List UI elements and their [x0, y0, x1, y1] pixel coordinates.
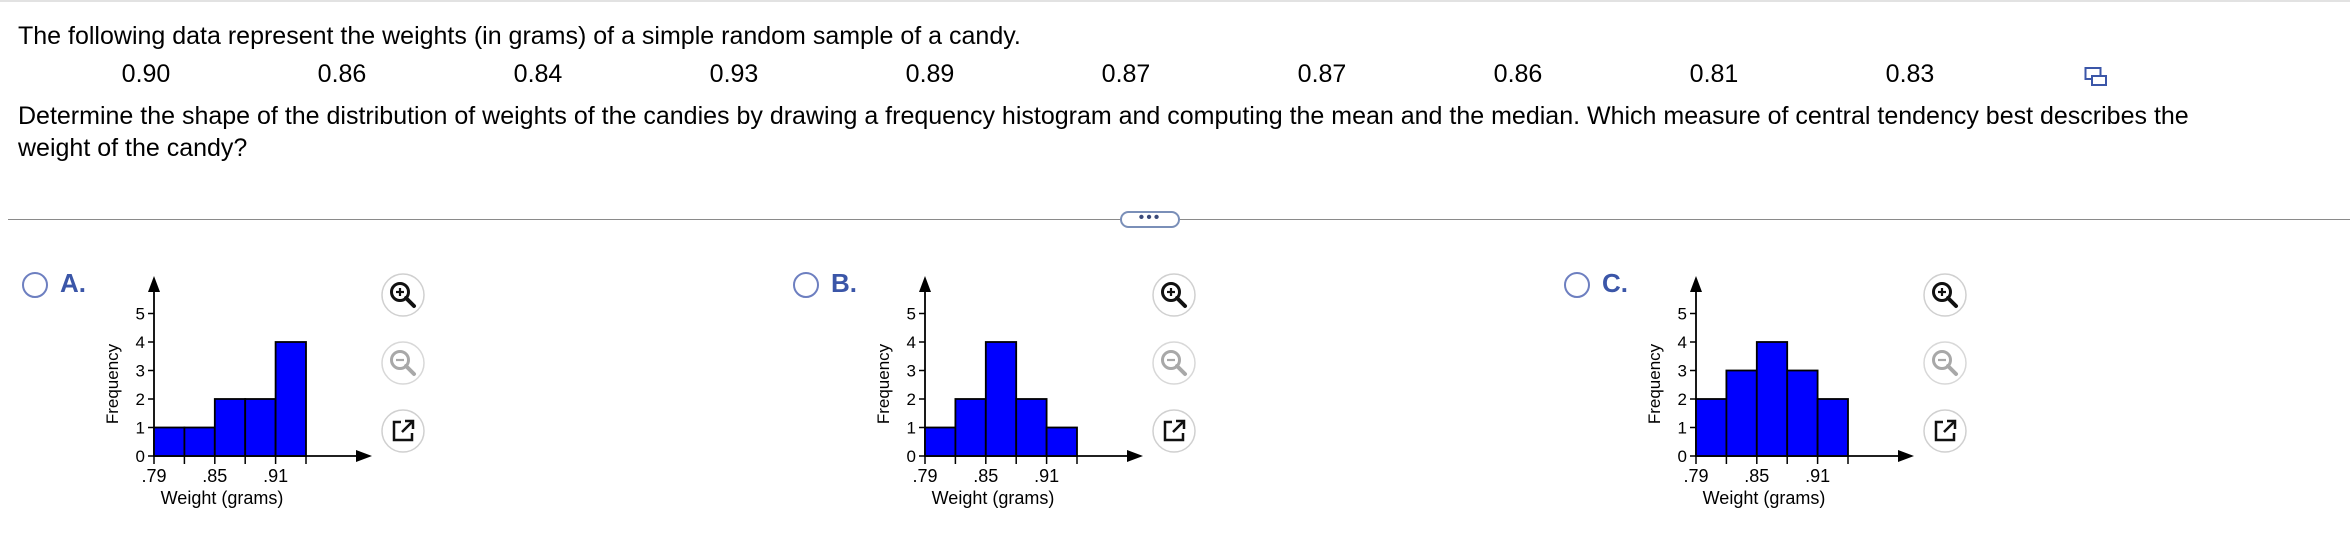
zoom-in-icon[interactable]	[380, 272, 426, 318]
zoom-in-icon[interactable]	[1151, 272, 1197, 318]
x-axis-label: Weight (grams)	[1703, 488, 1826, 508]
x-axis-arrow	[356, 450, 372, 462]
y-tick-label: 5	[907, 305, 916, 324]
y-tick-label: 3	[1678, 362, 1687, 381]
x-tick-label: .85	[973, 466, 998, 486]
copy-data-icon[interactable]	[2084, 65, 2108, 89]
y-axis-arrow	[919, 276, 931, 292]
zoom-out-icon[interactable]	[380, 340, 426, 386]
open-external-icon[interactable]	[380, 408, 426, 454]
open-external-icon[interactable]	[1151, 408, 1197, 454]
x-tick-label: .79	[141, 466, 166, 486]
histogram-bar	[1695, 398, 1728, 457]
data-value: 0.81	[1689, 60, 1739, 88]
histogram-bar	[213, 398, 247, 457]
data-value: 0.84	[513, 60, 563, 88]
histogram-a: 0 1 2 3 4 5 Frequency .79 .85 .91Weight (grams)	[104, 276, 372, 508]
option-b-letter: B.	[831, 268, 857, 298]
data-value: 0.86	[317, 60, 367, 88]
x-axis-arrow	[1898, 450, 1914, 462]
option-a-letter: A.	[60, 268, 86, 298]
option-c[interactable]: C. 0 1 2 3 4 5 Frequency .79 .85 .91 Weight (grams…	[1564, 262, 2044, 522]
y-tick-label: 4	[1678, 333, 1687, 352]
y-tick-label: 1	[1678, 419, 1687, 438]
y-tick-label: 3	[136, 362, 145, 381]
histogram-bar	[1816, 398, 1849, 457]
data-value: 0.87	[1101, 60, 1151, 88]
zoom-in-icon[interactable]	[1922, 272, 1968, 318]
histogram-b: 0 1 2 3 4 5 Frequency .79 .85 .91Weight (grams)	[875, 276, 1143, 508]
y-tick-label: 1	[136, 419, 145, 438]
y-tick-label: 4	[907, 333, 916, 352]
data-value: 0.90	[121, 60, 171, 88]
top-rule	[0, 0, 2350, 2]
y-axis-label: Frequency	[104, 343, 122, 424]
x-axis-label: Weight (grams)	[161, 488, 284, 508]
data-value: 0.87	[1297, 60, 1347, 88]
histogram-c: 0 1 2 3 4 5 Frequency .79 .85 .91Weight (grams)	[1646, 276, 1914, 508]
y-tick-label: 0	[1678, 447, 1687, 466]
data-value: 0.83	[1885, 60, 1935, 88]
y-tick-label: 2	[136, 390, 145, 409]
y-tick-label: 5	[136, 305, 145, 324]
histogram-bar	[183, 426, 216, 457]
y-axis-arrow	[148, 276, 160, 292]
y-axis-arrow	[1690, 276, 1702, 292]
x-tick-label: .79	[912, 466, 937, 486]
histogram-bar	[954, 398, 987, 457]
y-tick-label: 5	[1678, 305, 1687, 324]
question-intro: The following data represent the weights…	[18, 22, 1021, 50]
histogram-bar	[244, 398, 277, 457]
data-values-row: 0.90 0.86 0.84 0.93 0.89 0.87 0.87 0.86 …	[0, 60, 2350, 94]
expand-more-button[interactable]: •••	[1120, 210, 1180, 228]
data-value: 0.86	[1493, 60, 1543, 88]
y-axis-label: Frequency	[1646, 343, 1664, 424]
zoom-out-icon[interactable]	[1922, 340, 1968, 386]
x-tick-label: .79	[1683, 466, 1708, 486]
y-tick-label: 1	[907, 419, 916, 438]
y-tick-label: 3	[907, 362, 916, 381]
option-c-letter: C.	[1602, 268, 1628, 298]
x-tick-label: .91	[1034, 466, 1059, 486]
histogram-bar	[274, 341, 307, 457]
y-tick-label: 2	[1678, 390, 1687, 409]
question-prompt: Determine the shape of the distribution …	[18, 100, 2189, 164]
histogram-bar	[1725, 369, 1758, 457]
question-prompt-line1: Determine the shape of the distribution …	[18, 102, 2189, 130]
y-tick-label: 4	[136, 333, 145, 352]
data-value: 0.93	[709, 60, 759, 88]
radio-option-c[interactable]	[1564, 272, 1590, 298]
option-a[interactable]: A. 0 1 2 3 4 5 Frequency .79 .85 .91 Weight (grams…	[22, 262, 502, 522]
option-b[interactable]: B. 0 1 2 3 4 5 Frequency .79 .85 .91 Weight (grams…	[793, 262, 1273, 522]
histogram-bar	[1015, 398, 1048, 457]
x-tick-label: .85	[202, 466, 227, 486]
x-axis-arrow	[1127, 450, 1143, 462]
y-axis-label: Frequency	[875, 343, 893, 424]
question-prompt-line2: weight of the candy?	[18, 134, 248, 162]
open-external-icon[interactable]	[1922, 408, 1968, 454]
radio-option-b[interactable]	[793, 272, 819, 298]
radio-option-a[interactable]	[22, 272, 48, 298]
x-tick-label: .85	[1744, 466, 1769, 486]
histogram-bar	[924, 426, 957, 457]
y-tick-label: 2	[907, 390, 916, 409]
x-axis-label: Weight (grams)	[932, 488, 1055, 508]
y-tick-label: 0	[907, 447, 916, 466]
data-value: 0.89	[905, 60, 955, 88]
histogram-bar	[1755, 341, 1789, 457]
histogram-bar	[984, 341, 1018, 457]
x-tick-label: .91	[263, 466, 288, 486]
histogram-bar	[1786, 369, 1819, 457]
y-tick-label: 0	[136, 447, 145, 466]
histogram-bar	[1045, 426, 1078, 457]
x-tick-label: .91	[1805, 466, 1830, 486]
histogram-bar	[153, 426, 186, 457]
zoom-out-icon[interactable]	[1151, 340, 1197, 386]
